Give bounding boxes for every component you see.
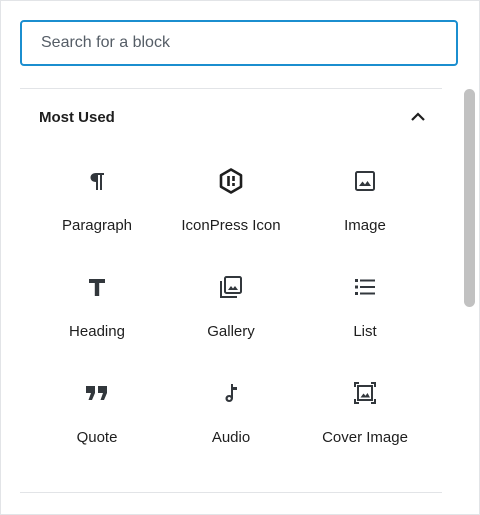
divider: [20, 492, 442, 493]
block-label: Cover Image: [322, 429, 408, 446]
block-gallery[interactable]: Gallery: [164, 257, 298, 363]
search-input[interactable]: [22, 22, 456, 64]
block-label: Gallery: [207, 323, 255, 340]
block-label: Image: [344, 217, 386, 234]
block-label: IconPress Icon: [181, 217, 281, 234]
block-audio[interactable]: Audio: [164, 363, 298, 469]
block-list[interactable]: List: [298, 257, 432, 363]
image-icon: [351, 167, 379, 195]
gallery-icon: [217, 273, 245, 301]
list-icon: [351, 273, 379, 301]
audio-icon: [217, 379, 245, 407]
heading-icon: [83, 273, 111, 301]
chevron-up-icon: [409, 108, 427, 126]
search-field[interactable]: [20, 20, 458, 66]
scroll-thumb[interactable]: [464, 89, 475, 307]
block-inserter-panel: Most Used Paragraph IconPres: [0, 0, 480, 515]
block-quote[interactable]: Quote: [30, 363, 164, 469]
block-label: Paragraph: [61, 217, 133, 234]
iconpress-icon: [217, 167, 245, 195]
most-used-section-toggle[interactable]: Most Used: [20, 99, 442, 135]
paragraph-icon: [83, 167, 111, 195]
block-cover-image[interactable]: Cover Image: [298, 363, 432, 469]
block-label: Heading: [69, 323, 125, 340]
divider: [20, 88, 442, 89]
block-paragraph[interactable]: Paragraph: [30, 151, 164, 257]
scrollbar[interactable]: [464, 89, 475, 513]
block-label: Audio: [211, 429, 251, 446]
block-heading[interactable]: Heading: [30, 257, 164, 363]
block-iconpress-icon[interactable]: IconPress Icon: [164, 151, 298, 257]
block-label: List: [353, 323, 377, 340]
block-grid: Paragraph IconPress Icon Image Heading G…: [30, 151, 432, 469]
block-label: Quote: [76, 429, 118, 446]
quote-icon: [83, 379, 111, 407]
cover-image-icon: [351, 379, 379, 407]
section-title: Most Used: [39, 108, 115, 126]
block-image[interactable]: Image: [298, 151, 432, 257]
